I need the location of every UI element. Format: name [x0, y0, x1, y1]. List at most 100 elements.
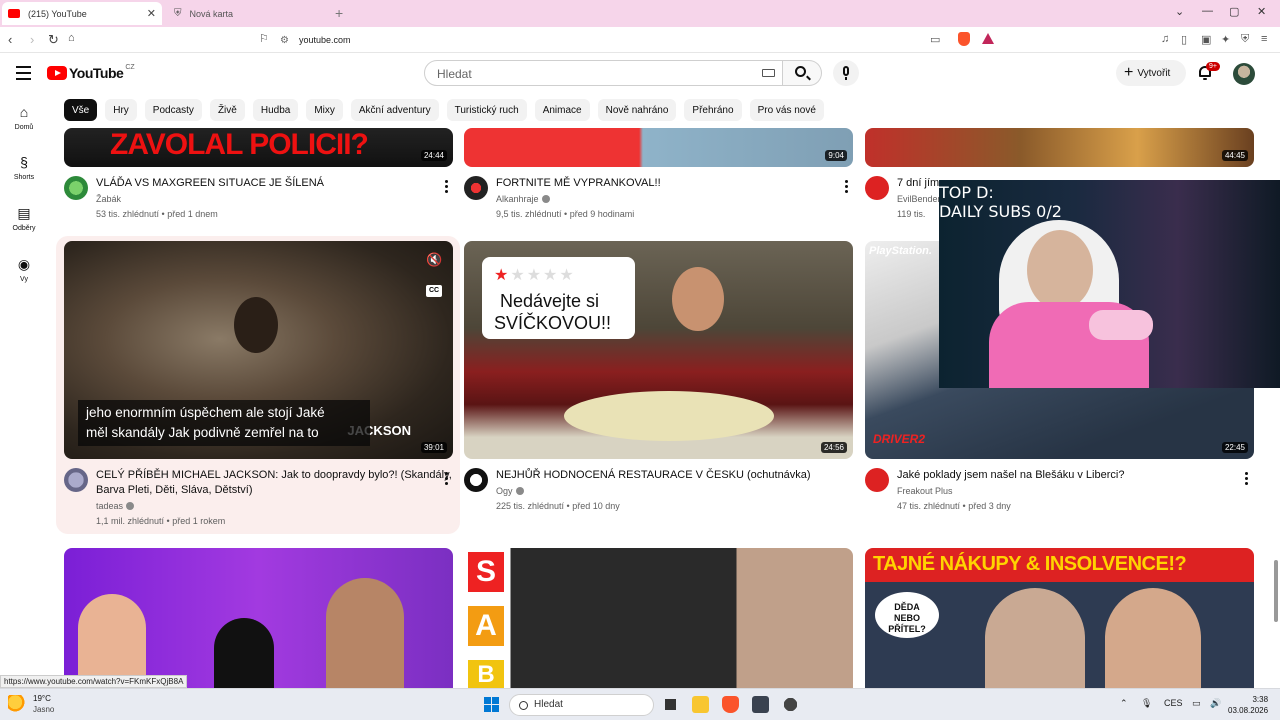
chip-watched[interactable]: Přehráno [684, 99, 742, 121]
channel-avatar[interactable] [64, 176, 88, 200]
video-title[interactable]: FORTNITE MĚ VYPRANKOVAL!! [496, 176, 661, 191]
chip-new-to-you[interactable]: Pro vás nové [749, 99, 824, 121]
menu-hamburger-icon[interactable] [16, 66, 31, 84]
close-window-button[interactable]: ✕ [1257, 5, 1266, 18]
windows-start-icon[interactable] [484, 697, 499, 712]
chip-music[interactable]: Hudba [252, 99, 299, 121]
video-thumbnail[interactable]: ★★★★★ Nedávejte si SVÍČKOVOU!! 24:56 [464, 241, 853, 459]
video-thumbnail[interactable] [64, 548, 453, 688]
nav-shorts-label: Shorts [13, 174, 35, 181]
task-view-icon[interactable] [662, 696, 679, 713]
video-title[interactable]: Jaké poklady jsem našel na Blešáku v Lib… [897, 468, 1124, 483]
chip-tourism[interactable]: Turistický ruch [446, 99, 527, 121]
back-icon[interactable]: ‹ [8, 32, 12, 47]
keyboard-icon[interactable] [762, 69, 775, 77]
nav-shorts[interactable]: § Shorts [0, 155, 48, 182]
video-title[interactable]: 7 dní jím [897, 176, 939, 191]
home-icon[interactable]: ⌂ [68, 32, 75, 44]
nav-subscriptions[interactable]: ▤ Odběry [0, 206, 48, 233]
mute-icon[interactable]: 🔇 [426, 252, 442, 268]
maximize-button[interactable]: ▢ [1229, 5, 1239, 18]
new-tab-button[interactable]: + [335, 5, 343, 21]
search-input[interactable]: Hledat [424, 60, 783, 86]
channel-avatar[interactable] [865, 176, 889, 200]
search-icon [795, 66, 806, 77]
chip-games[interactable]: Hry [105, 99, 137, 121]
address-bar[interactable]: ⚙ youtube.com [276, 30, 1000, 50]
video-title[interactable]: CELÝ PŘÍBĚH MICHAEL JACKSON: Jak to doop… [96, 468, 452, 483]
reload-icon[interactable]: ↻ [48, 32, 59, 48]
voice-search-button[interactable] [833, 60, 859, 86]
leo-ai-icon[interactable]: ✦ [1221, 33, 1230, 46]
video-thumbnail[interactable]: ZAVOLAL POLICII? 24:44 [64, 128, 453, 167]
nav-you[interactable]: ◉ Vy [0, 257, 48, 284]
volume-icon[interactable]: 🔊 [1210, 698, 1221, 709]
video-title[interactable]: NEJHŮŘ HODNOCENÁ RESTAURACE V ČESKU (och… [496, 468, 811, 483]
tab-youtube[interactable]: (215) YouTube ✕ [2, 2, 162, 25]
weather-sun-icon[interactable] [8, 695, 26, 713]
brave-shields-icon[interactable] [958, 32, 970, 46]
video-thumbnail[interactable]: 44:45 [865, 128, 1254, 167]
search-button[interactable] [783, 60, 822, 86]
chip-live[interactable]: Živě [209, 99, 245, 121]
cast-icon[interactable]: ▭ [930, 33, 940, 46]
video-thumbnail[interactable]: 9:04 [464, 128, 853, 167]
chip-action-adventure[interactable]: Akční adventury [350, 99, 439, 121]
chip-all[interactable]: Vše [64, 99, 98, 121]
nav-home[interactable]: ⌂ Domů [0, 105, 48, 132]
captions-icon[interactable]: CC [426, 285, 442, 297]
language-indicator[interactable]: CES [1164, 698, 1183, 708]
weather-condition[interactable]: Jasno [33, 705, 54, 714]
chip-animation[interactable]: Animace [534, 99, 590, 121]
youtube-logo[interactable]: YouTube CZ [47, 64, 135, 81]
more-options-icon[interactable] [445, 472, 448, 487]
channel-name[interactable]: tadeas [96, 501, 135, 511]
bookmark-icon[interactable]: ⚐ [259, 32, 269, 45]
brave-browser-icon[interactable] [722, 696, 739, 713]
scrollbar-thumb[interactable] [1274, 560, 1278, 622]
more-options-icon[interactable] [845, 180, 848, 195]
forward-icon[interactable]: › [30, 32, 34, 47]
tab-search-icon[interactable]: ⌄ [1175, 5, 1184, 18]
chevron-up-icon[interactable]: ⌃ [1120, 698, 1128, 709]
channel-avatar[interactable] [865, 468, 889, 492]
channel-name[interactable]: Žabák [96, 194, 121, 204]
account-avatar[interactable] [1233, 63, 1255, 85]
channel-avatar[interactable] [464, 176, 488, 200]
chip-mixes[interactable]: Mixy [306, 99, 343, 121]
video-thumbnail[interactable]: S A B [464, 548, 853, 688]
create-button[interactable]: + Vytvořit [1116, 60, 1186, 86]
video-title[interactable]: VLÁĎA VS MAXGREEN SITUACE JE ŠÍLENÁ [96, 176, 324, 191]
music-icon[interactable]: ♫ [1161, 33, 1169, 45]
taskbar-search-input[interactable]: Hledat [509, 694, 654, 716]
channel-name[interactable]: Freakout Plus [897, 486, 953, 496]
wallet-icon[interactable]: ▣ [1201, 33, 1211, 46]
page-scrollbar[interactable] [1272, 54, 1280, 688]
menu-icon[interactable]: ≡ [1261, 33, 1267, 45]
taskbar-clock[interactable]: 3:38 03.08.2026 [1228, 694, 1268, 716]
brave-rewards-icon[interactable] [982, 33, 994, 44]
microphone-icon[interactable]: 🎙 [1141, 698, 1152, 709]
chip-podcasts[interactable]: Podcasty [144, 99, 202, 121]
close-tab-icon[interactable]: ✕ [147, 7, 156, 20]
video-thumbnail[interactable]: TAJNÉ NÁKUPY & INSOLVENCE!? DĚDA NEBO PŘ… [865, 548, 1254, 688]
channel-name[interactable]: Ogy [496, 486, 524, 496]
channel-name[interactable]: Alkanhraje [496, 194, 550, 204]
more-options-icon[interactable] [445, 180, 448, 195]
app-icon[interactable] [752, 696, 769, 713]
vpn-icon[interactable]: ⛨ [1241, 33, 1249, 46]
channel-avatar[interactable] [464, 468, 488, 492]
weather-temperature[interactable]: 19°C [33, 694, 51, 703]
sidebar-icon[interactable]: ▯ [1181, 33, 1187, 46]
channel-avatar[interactable] [64, 468, 88, 492]
chip-recently-uploaded[interactable]: Nově nahráno [597, 99, 677, 121]
channel-name[interactable]: EvilBender [897, 194, 941, 204]
app-icon[interactable] [782, 696, 799, 713]
file-explorer-icon[interactable] [692, 696, 709, 713]
more-options-icon[interactable] [1245, 472, 1248, 487]
tab-new[interactable]: ⛨ Nová karta [168, 2, 328, 25]
network-icon[interactable]: ▭ [1192, 698, 1201, 709]
minimize-button[interactable]: — [1202, 5, 1213, 17]
video-title-line2[interactable]: Barva Pleti, Děti, Sláva, Dětství) [96, 483, 253, 498]
site-info-icon[interactable]: ⚙ [280, 35, 289, 46]
